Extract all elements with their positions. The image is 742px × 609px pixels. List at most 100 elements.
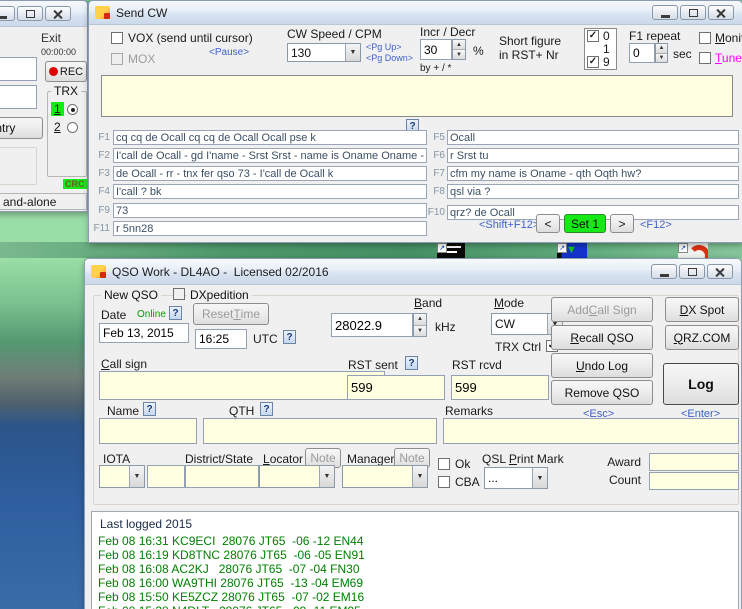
- cw-speed-select[interactable]: 130 ▼: [287, 43, 361, 62]
- log-row[interactable]: Feb 08 16:19 KD8TNC 28076 JT65 -06 -05 E…: [98, 548, 736, 562]
- log-row[interactable]: Feb 08 15:38 N4DLT 28076 JT65 -09 -11 EM…: [98, 604, 736, 609]
- close-button[interactable]: [708, 5, 734, 20]
- reset-time-button[interactable]: Reset Time: [193, 303, 269, 325]
- cba-checkbox[interactable]: [438, 476, 450, 488]
- frequency-field[interactable]: [331, 313, 413, 337]
- qrz-com-button[interactable]: QRZ.COM: [665, 325, 739, 350]
- frequency-spinner[interactable]: ▲ ▼: [413, 313, 427, 337]
- minimize-button[interactable]: [0, 6, 15, 21]
- help-button[interactable]: ?: [260, 402, 273, 416]
- count-field[interactable]: [649, 472, 739, 490]
- macro-input-f8[interactable]: [447, 184, 739, 199]
- time-field[interactable]: [195, 329, 247, 349]
- rst-rcvd-field[interactable]: [451, 375, 549, 400]
- log-row[interactable]: Feb 08 15:50 KE5ZCZ 28076 JT65 -07 -02 E…: [98, 590, 736, 604]
- restore-button[interactable]: [17, 6, 43, 21]
- dxpedition-checkbox[interactable]: [173, 288, 185, 300]
- help-button[interactable]: ?: [283, 330, 296, 344]
- set-button[interactable]: Set 1: [564, 214, 606, 233]
- minimize-button[interactable]: [651, 264, 677, 279]
- qsl-print-mark-select[interactable]: ... ▼: [484, 467, 548, 489]
- mox-checkbox[interactable]: [111, 53, 123, 65]
- macro-input-f6[interactable]: [447, 148, 739, 163]
- log-button[interactable]: Log: [663, 363, 739, 405]
- spin-up-icon[interactable]: ▲: [656, 44, 667, 54]
- rst-sent-field[interactable]: [347, 375, 445, 400]
- close-button[interactable]: [707, 264, 733, 279]
- restore-button[interactable]: [679, 264, 705, 279]
- log-row[interactable]: Feb 08 16:08 AC2KJ 28076 JT65 -07 -04 FN…: [98, 562, 736, 576]
- trx1-label: 1: [51, 102, 64, 116]
- spin-up-icon[interactable]: ▲: [453, 40, 465, 50]
- close-button[interactable]: [45, 6, 71, 21]
- macro-input-f5[interactable]: [447, 130, 739, 145]
- tune-checkbox[interactable]: [699, 52, 711, 64]
- undo-log-button[interactable]: Undo Log: [551, 353, 653, 378]
- name-field[interactable]: [99, 418, 197, 444]
- fkey-label-f1: F1: [91, 132, 110, 143]
- macro-input-f2[interactable]: [113, 148, 427, 163]
- award-field[interactable]: [649, 453, 739, 471]
- menu-item-exit[interactable]: Exit: [41, 31, 61, 45]
- dx-spot-button[interactable]: DX Spot: [665, 297, 739, 322]
- next-set-button[interactable]: >: [610, 214, 634, 233]
- chevron-down-icon[interactable]: ▼: [532, 468, 547, 488]
- macro-input-f3[interactable]: [113, 166, 427, 181]
- locator-select[interactable]: ▼: [259, 465, 335, 488]
- trx2-radio[interactable]: [67, 122, 78, 133]
- macro-input-f4[interactable]: [113, 184, 427, 199]
- help-button[interactable]: ?: [169, 306, 182, 320]
- qth-field[interactable]: [203, 418, 437, 444]
- remove-qso-button[interactable]: Remove QSO: [551, 380, 653, 405]
- call-sign-field[interactable]: [99, 371, 385, 400]
- f1-repeat-input[interactable]: [629, 43, 655, 63]
- main-window-titlebar[interactable]: [0, 1, 87, 27]
- cutoff-field-1[interactable]: [0, 57, 37, 81]
- spin-up-icon[interactable]: ▲: [414, 314, 426, 326]
- recall-qso-button[interactable]: Recall QSO: [551, 325, 653, 350]
- spin-down-icon[interactable]: ▼: [414, 326, 426, 337]
- digit-9-checkbox[interactable]: ✓: [587, 56, 599, 68]
- incr-decr-input[interactable]: [420, 39, 452, 60]
- chevron-down-icon[interactable]: ▼: [129, 466, 144, 487]
- remarks-field[interactable]: [443, 418, 739, 444]
- chevron-down-icon[interactable]: ▼: [319, 466, 334, 487]
- macro-input-f1[interactable]: [113, 130, 427, 145]
- send-cw-titlebar[interactable]: Send CW: [89, 1, 742, 25]
- trx1-radio[interactable]: [67, 104, 78, 115]
- log-row[interactable]: Feb 08 16:31 KC9ECI 28076 JT65 -06 -12 E…: [98, 534, 736, 548]
- globe-shortcut-icon[interactable]: ▼ ↗: [557, 243, 587, 258]
- macro-input-f9[interactable]: [113, 203, 427, 218]
- iota-number-field[interactable]: [147, 465, 185, 488]
- manager-select[interactable]: ▼: [342, 465, 428, 488]
- restore-button[interactable]: [680, 5, 706, 20]
- macro-input-f11[interactable]: [113, 221, 427, 236]
- monitor-checkbox[interactable]: [699, 32, 711, 44]
- spin-down-icon[interactable]: ▼: [656, 54, 667, 63]
- f1-repeat-spinner[interactable]: ▲ ▼: [655, 43, 668, 63]
- cutoff-field-2[interactable]: [0, 85, 37, 109]
- help-button[interactable]: ?: [143, 402, 156, 416]
- macro-input-f7[interactable]: [447, 166, 739, 181]
- swoosh-shortcut-icon[interactable]: ↗: [678, 243, 708, 258]
- date-field[interactable]: [99, 323, 189, 343]
- country-button[interactable]: untry: [0, 117, 43, 139]
- rec-button[interactable]: REC: [45, 61, 87, 82]
- chevron-down-icon[interactable]: ▼: [345, 44, 360, 61]
- log-row[interactable]: Feb 08 16:00 WA9THI 28076 JT65 -13 -04 E…: [98, 576, 736, 590]
- vox-checkbox[interactable]: [111, 32, 123, 44]
- prev-set-button[interactable]: <: [536, 214, 560, 233]
- document-shortcut-icon[interactable]: ↗: [437, 243, 465, 258]
- qso-work-titlebar[interactable]: QSO Work - DL4AO - Licensed 02/2016: [85, 259, 741, 285]
- district-state-field[interactable]: [185, 465, 259, 488]
- spin-down-icon[interactable]: ▼: [453, 50, 465, 59]
- add-call-sign-button[interactable]: Add Call Sign: [551, 297, 653, 322]
- help-button[interactable]: ?: [405, 356, 418, 370]
- cw-message-area[interactable]: [101, 75, 733, 117]
- ok-checkbox[interactable]: [438, 458, 450, 470]
- digit-0-checkbox[interactable]: ✓: [587, 30, 599, 42]
- minimize-button[interactable]: [652, 5, 678, 20]
- chevron-down-icon[interactable]: ▼: [412, 466, 427, 487]
- iota-select[interactable]: ▼: [99, 465, 145, 488]
- incr-decr-spinner[interactable]: ▲ ▼: [452, 39, 466, 60]
